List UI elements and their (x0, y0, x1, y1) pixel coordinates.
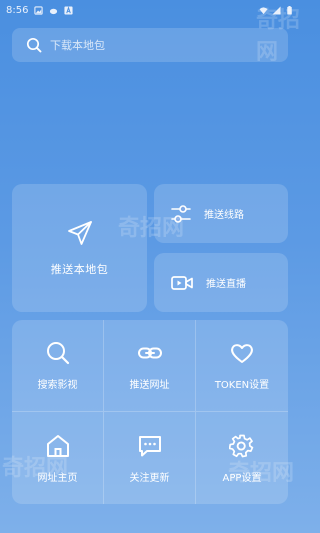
website-home-label: 网址主页 (37, 472, 78, 484)
search-input[interactable] (50, 38, 270, 52)
weibo-notification-icon (50, 8, 58, 14)
wifi-icon (259, 6, 268, 14)
home-icon (46, 434, 69, 457)
token-settings-button[interactable]: TOKEN设置 (196, 320, 288, 412)
search-icon (46, 342, 69, 365)
push-local-package-button[interactable]: 推送本地包 (12, 184, 147, 312)
battery-icon (287, 5, 292, 15)
push-url-label: 推送网址 (129, 380, 170, 391)
status-time: 8:56 (6, 4, 29, 16)
sliders-icon (171, 204, 191, 223)
search-movies-label: 搜索影视 (37, 380, 78, 391)
send-icon (67, 221, 92, 245)
search-movies-button[interactable]: 搜索影视 (12, 320, 104, 412)
search-icon (26, 37, 42, 53)
message-icon (138, 435, 161, 456)
push-live-label: 推送直播 (206, 279, 246, 290)
image-notification-icon (34, 5, 44, 15)
follow-updates-label: 关注更新 (129, 472, 170, 484)
feature-grid: 搜索影视 推送网址 TOKEN设置 网址主页 关注更新 APP设置 (12, 320, 288, 504)
status-bar: 8:56 (0, 0, 300, 20)
signal-icon (272, 5, 281, 15)
push-route-button[interactable]: 推送线路 (154, 184, 288, 243)
push-local-package-label: 推送本地包 (50, 263, 109, 276)
app-a-notification-icon (64, 5, 74, 15)
gear-icon (229, 434, 254, 457)
video-icon (171, 275, 193, 290)
link-icon (137, 347, 162, 359)
heart-icon (231, 344, 253, 363)
follow-updates-button[interactable]: 关注更新 (104, 412, 196, 504)
push-live-button[interactable]: 推送直播 (154, 253, 288, 312)
token-settings-label: TOKEN设置 (214, 380, 270, 391)
push-route-label: 推送线路 (204, 210, 244, 221)
website-home-button[interactable]: 网址主页 (12, 412, 104, 504)
search-bar[interactable] (12, 28, 288, 62)
app-settings-label: APP设置 (222, 472, 262, 484)
push-url-button[interactable]: 推送网址 (104, 320, 196, 412)
app-settings-button[interactable]: APP设置 (196, 412, 288, 504)
